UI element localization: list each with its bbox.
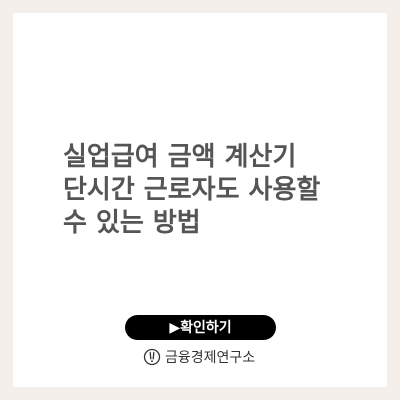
- exclamation-circle-icon: [143, 348, 161, 366]
- confirm-button-label: ▶확인하기: [169, 319, 232, 336]
- brand-name: 금융경제연구소: [165, 350, 256, 366]
- page-title: 실업급여 금액 계산기 단시간 근로자도 사용할 수 있는 방법: [63, 141, 383, 240]
- title-line-3: 수 있는 방법: [63, 208, 201, 238]
- title-line-2: 단시간 근로자도 사용할: [63, 175, 321, 205]
- thumbnail-canvas: 실업급여 금액 계산기 단시간 근로자도 사용할 수 있는 방법 ▶확인하기 금…: [0, 0, 400, 400]
- confirm-button[interactable]: ▶확인하기: [125, 315, 276, 340]
- brand-footer: 금융경제연구소: [143, 345, 255, 369]
- title-line-1: 실업급여 금액 계산기: [63, 142, 297, 172]
